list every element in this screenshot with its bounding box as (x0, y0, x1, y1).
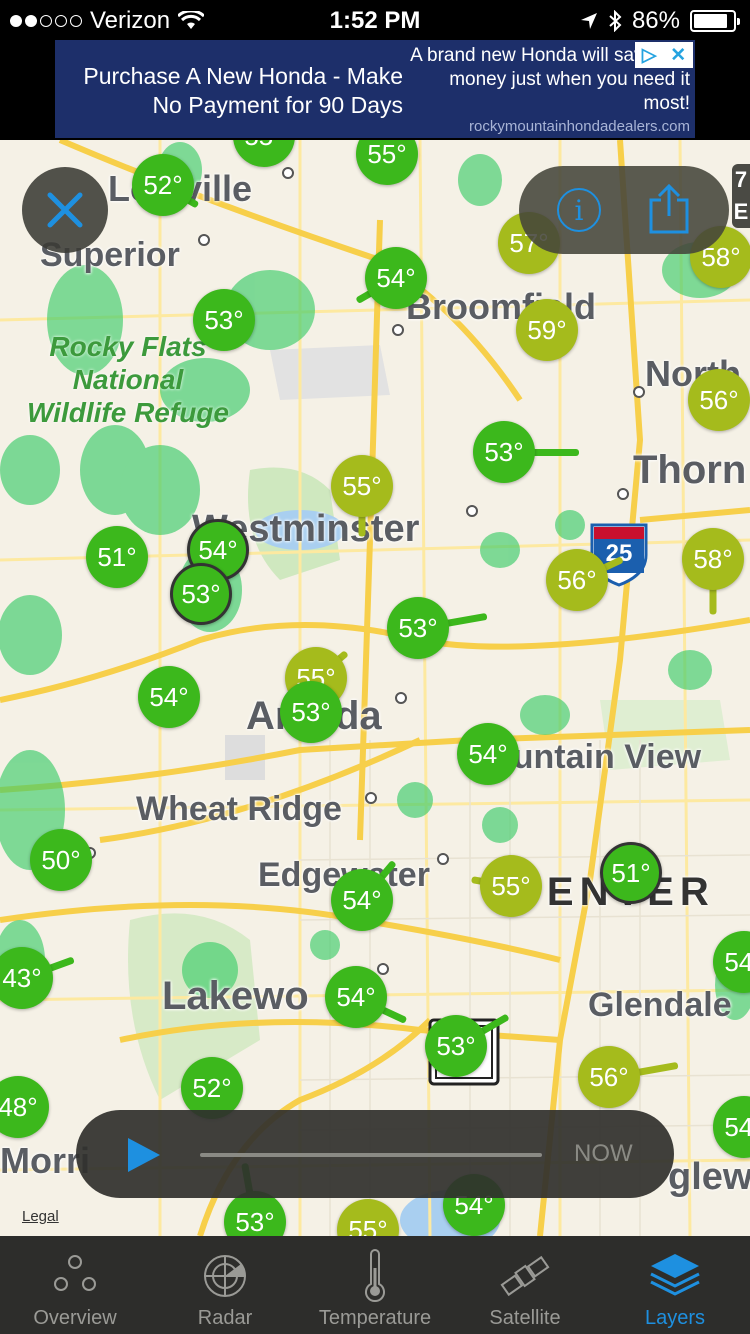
weather-map[interactable]: Lo sville Superior Broomfield North Thor… (0, 140, 750, 1236)
layers-icon (650, 1254, 700, 1296)
temperature-marker[interactable]: 56° (546, 549, 608, 611)
tab-label: Satellite (489, 1307, 561, 1329)
map-label-lakewood: Lakewo (162, 974, 309, 1018)
city-pin (395, 692, 407, 704)
temperature-marker[interactable]: 53° (280, 681, 342, 743)
satellite-icon (500, 1255, 550, 1297)
temperature-marker[interactable]: 54° (138, 666, 200, 728)
tab-layers[interactable]: Layers (600, 1236, 750, 1334)
radar-icon (204, 1255, 246, 1297)
temperature-marker[interactable]: 53° (170, 563, 232, 625)
adchoices-play-icon: ▷ (641, 44, 657, 66)
legal-link[interactable]: Legal (22, 1208, 59, 1225)
temperature-marker[interactable]: 55° (331, 455, 393, 517)
battery-percent: 86% (631, 7, 680, 34)
ad-close-icon[interactable]: ✕ (670, 44, 686, 67)
location-arrow-icon (580, 13, 597, 29)
thermometer-icon (365, 1249, 385, 1303)
overview-icon (54, 1255, 96, 1291)
temperature-marker[interactable]: 56° (688, 369, 750, 431)
temperature-marker[interactable]: 59° (516, 299, 578, 361)
ad-area: Purchase A New Honda - Make No Payment f… (0, 40, 750, 140)
temperature-marker[interactable]: 54° (457, 723, 519, 785)
status-right: 86% (580, 7, 740, 35)
city-pin (617, 488, 629, 500)
share-icon[interactable] (647, 184, 691, 234)
city-pin (466, 505, 478, 517)
temperature-marker[interactable]: 53° (193, 289, 255, 351)
temperature-marker[interactable]: 50° (30, 829, 92, 891)
temperature-marker[interactable]: 58° (682, 528, 744, 590)
status-bar: Verizon 1:52 PM 86% (0, 0, 750, 40)
ad-banner[interactable]: Purchase A New Honda - Make No Payment f… (55, 40, 695, 138)
temperature-marker[interactable]: 53° (387, 597, 449, 659)
map-label-glendale: Glendale (588, 986, 732, 1024)
temperature-marker[interactable]: 52° (132, 154, 194, 216)
tab-bar: Overview Radar Temperature Satellite Lay… (0, 1236, 750, 1334)
bluetooth-icon (609, 10, 622, 32)
timeline-slider[interactable] (200, 1153, 542, 1157)
temperature-marker[interactable]: 53° (425, 1015, 487, 1077)
temperature-marker[interactable]: 54° (331, 869, 393, 931)
tab-label: Temperature (318, 1307, 432, 1329)
tab-label: Layers (644, 1307, 706, 1329)
close-icon (47, 192, 83, 228)
tab-satellite[interactable]: Satellite (450, 1236, 600, 1334)
city-pin (282, 167, 294, 179)
temperature-marker[interactable]: 51° (86, 526, 148, 588)
battery-icon (690, 10, 740, 32)
city-pin (437, 853, 449, 865)
tab-temperature[interactable]: Temperature (300, 1236, 450, 1334)
temperature-marker[interactable]: 51° (600, 842, 662, 904)
play-icon[interactable] (128, 1138, 160, 1172)
edge-button[interactable]: 7E (732, 164, 750, 228)
close-button[interactable] (22, 167, 108, 253)
tab-radar[interactable]: Radar (150, 1236, 300, 1334)
tab-label: Overview (33, 1307, 117, 1329)
map-label-mountain-view: ountain View (492, 738, 702, 776)
temperature-marker[interactable]: 54° (325, 966, 387, 1028)
temperature-marker[interactable]: 53° (473, 421, 535, 483)
ad-headline[interactable]: Purchase A New Honda - Make No Payment f… (60, 62, 403, 120)
city-pin (198, 234, 210, 246)
temperature-marker[interactable]: 55° (480, 855, 542, 917)
now-label[interactable]: NOW (574, 1140, 633, 1168)
city-pin (377, 963, 389, 975)
map-label-thornton: Thorn (633, 448, 747, 492)
tab-overview[interactable]: Overview (0, 1236, 150, 1334)
city-pin (365, 792, 377, 804)
radar-player: NOW (76, 1110, 674, 1198)
temperature-marker[interactable]: 54° (365, 247, 427, 309)
city-pin (633, 386, 645, 398)
map-label-wheat-ridge: Wheat Ridge (136, 790, 342, 828)
city-pin (392, 324, 404, 336)
temperature-marker[interactable]: 56° (578, 1046, 640, 1108)
map-actions: i (519, 166, 729, 254)
map-label-englewood: glew (668, 1156, 750, 1198)
tab-label: Radar (197, 1307, 253, 1329)
info-icon[interactable]: i (557, 188, 601, 232)
adchoices-icon[interactable]: ▷ ✕ (635, 42, 693, 68)
ad-url[interactable]: rockymountainhondadealers.com (469, 118, 690, 135)
